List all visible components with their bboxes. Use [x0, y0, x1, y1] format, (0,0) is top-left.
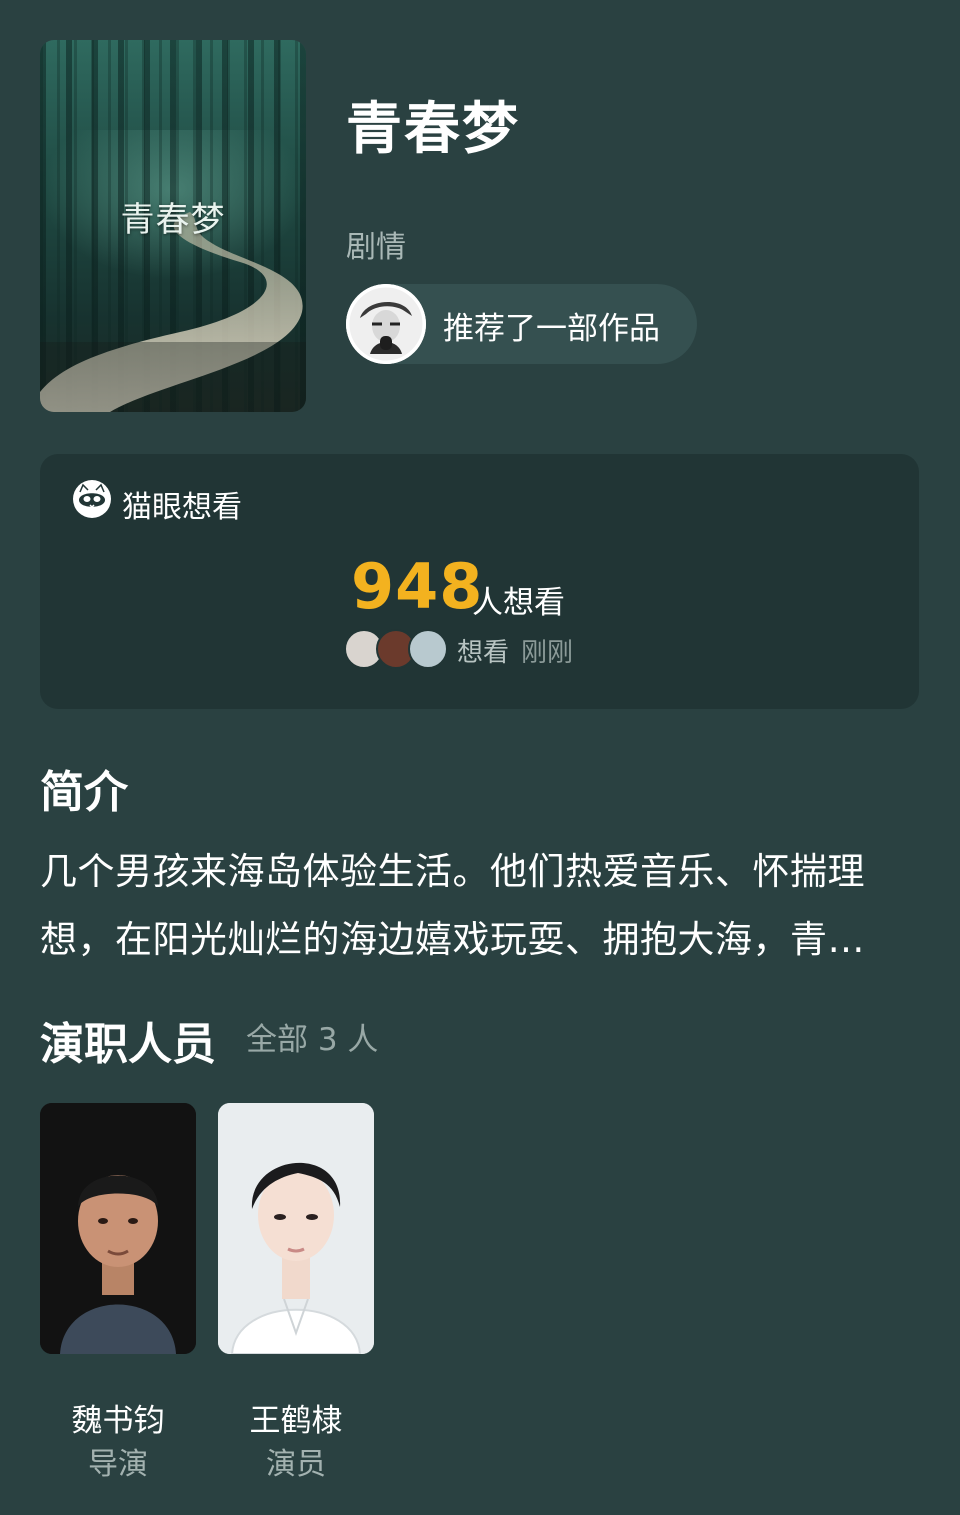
recommend-pill[interactable]: 推荐了一部作品 [346, 284, 697, 364]
want-count-unit: 人想看 [472, 585, 565, 621]
movie-detail-page: 青春梦 青春梦 剧情 推荐了一部作品 猫眼想看 948 人想看 想看 刚刚 简介… [0, 0, 960, 1515]
intro-text[interactable]: 几个男孩来海岛体验生活。他们热爱音乐、怀揣理想，在阳光灿烂的海边嬉戏玩耍、拥抱大… [40, 838, 920, 974]
cast-all-link[interactable]: 全部 3 人 [246, 1014, 378, 1059]
cast-photo [40, 1103, 196, 1354]
avatar-portrait-icon [346, 284, 426, 364]
recommend-text: 推荐了一部作品 [443, 311, 660, 347]
mini-avatar [408, 629, 448, 669]
recommender-avatar[interactable] [346, 284, 426, 364]
want-count: 948 [351, 550, 484, 623]
cast-heading: 演职人员 [40, 1019, 216, 1070]
intro-heading: 简介 [40, 767, 128, 818]
want-time: 刚刚 [521, 638, 574, 668]
poster-title: 青春梦 [120, 200, 226, 240]
cast-name: 魏书钧 [71, 1403, 165, 1439]
want-user-avatars[interactable] [344, 629, 454, 669]
cat-face-icon [73, 480, 111, 518]
cast-photo-portrait [218, 1103, 374, 1354]
movie-title: 青春梦 [346, 97, 520, 162]
cast-photo [218, 1103, 374, 1354]
cast-name: 王鹤棣 [249, 1403, 343, 1439]
cast-card[interactable]: 魏书钧 导演 [40, 1103, 196, 1482]
cast-photo-portrait [40, 1103, 196, 1354]
want-action-label: 想看 [457, 638, 510, 668]
cast-role: 导演 [88, 1447, 148, 1482]
maoyan-want-label: 猫眼想看 [122, 490, 242, 525]
movie-poster[interactable]: 青春梦 [40, 40, 306, 412]
want-to-watch-card[interactable]: 猫眼想看 948 人想看 想看 刚刚 [40, 454, 919, 709]
cast-card[interactable]: 王鹤棣 演员 [218, 1103, 374, 1482]
movie-genre: 剧情 [346, 230, 406, 265]
cast-role: 演员 [266, 1447, 326, 1482]
